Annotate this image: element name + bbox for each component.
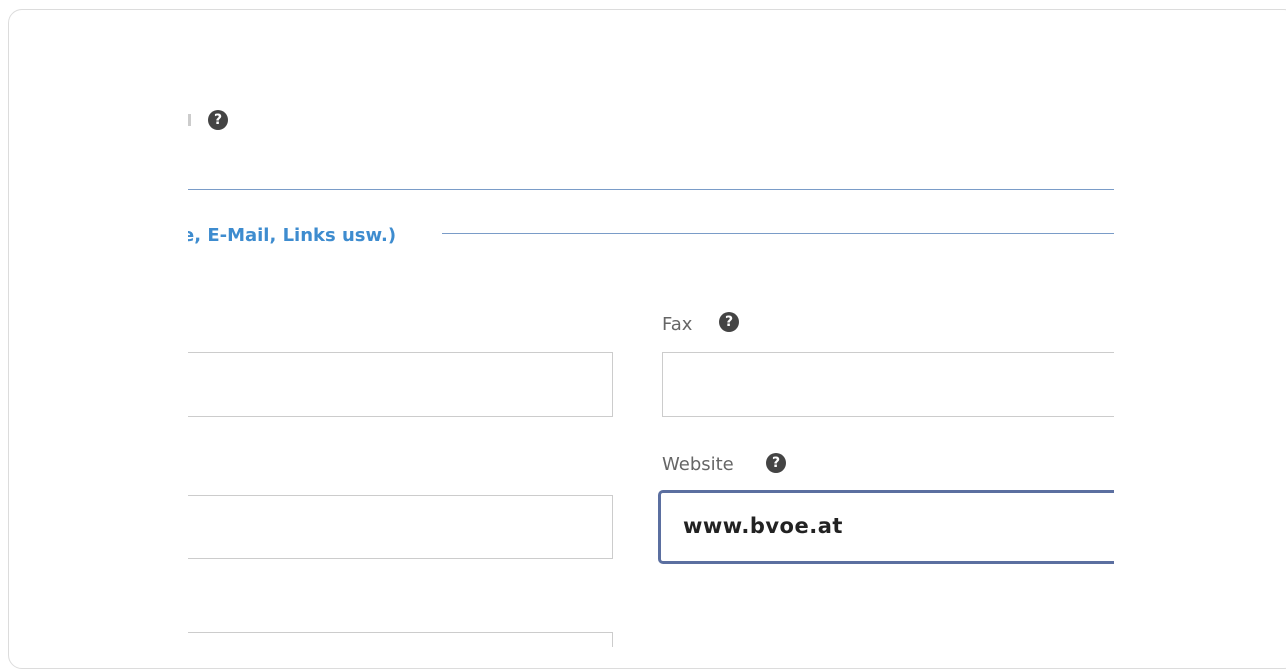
fax-label-text: Fax (662, 314, 693, 335)
form-viewport: ? e, E-Mail, Links usw.) Fax ? Website ?… (188, 0, 1114, 647)
website-label-text: Website (662, 454, 734, 475)
third-left-input[interactable] (188, 632, 613, 647)
section-divider (188, 189, 1114, 190)
fax-label: Fax (662, 313, 692, 337)
website-input[interactable]: www.bvoe.at (658, 490, 1114, 564)
website-help-icon[interactable]: ? (766, 453, 786, 473)
fax-input[interactable] (662, 352, 1114, 417)
question-circle-icon[interactable]: ? (208, 110, 228, 130)
fax-help-icon[interactable]: ? (719, 312, 739, 332)
contact-section-legend: e, E-Mail, Links usw.) (188, 225, 397, 246)
phone-input[interactable] (188, 352, 613, 417)
truncated-label-fragment (188, 114, 191, 126)
legend-divider (442, 233, 1114, 234)
website-label: Website (662, 453, 734, 477)
email-input[interactable] (188, 495, 613, 559)
